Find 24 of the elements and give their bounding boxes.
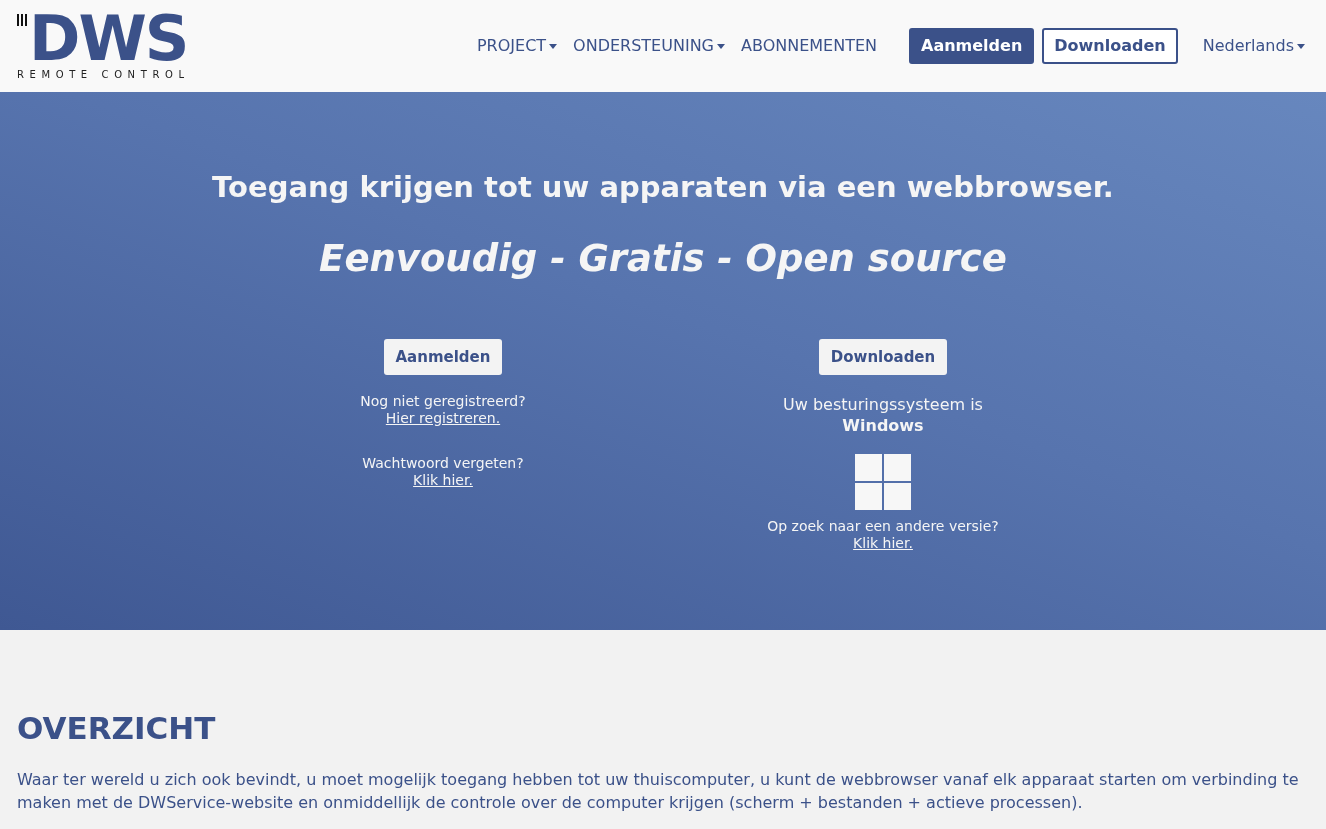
- section-heading: OVERZICHT: [17, 709, 217, 748]
- download-button[interactable]: Downloaden: [818, 339, 948, 375]
- help-text: Nog niet geregistreerd?: [360, 393, 526, 410]
- nav-link[interactable]: ABONNEMENTEN: [741, 34, 877, 58]
- logo-mark: DWS: [29, 11, 188, 66]
- language-menu[interactable]: Nederlands: [1202, 34, 1305, 58]
- login-button[interactable]: Aanmelden: [383, 339, 503, 375]
- hero-subtitle: Eenvoudig - Gratis - Open source: [319, 236, 1007, 282]
- download-button[interactable]: Downloaden: [1042, 28, 1178, 64]
- hero-title: Toegang krijgen tot uw apparaten via een webbrowser.: [212, 169, 1114, 206]
- login-button[interactable]: Aanmelden: [909, 28, 1035, 64]
- os-label: Uw besturingssysteem is: [783, 395, 983, 415]
- other-version-link[interactable]: Klik hier.: [853, 535, 913, 552]
- logo-tagline: REMOTE CONTROL: [17, 68, 190, 81]
- help-link[interactable]: Klik hier.: [413, 472, 473, 489]
- other-version-text: Op zoek naar een andere versie?: [767, 518, 999, 535]
- help-link[interactable]: Hier registreren.: [385, 410, 501, 427]
- nav-link[interactable]: PROJECT: [476, 34, 558, 58]
- overview-paragraph: Waar ter wereld u zich ook bevindt, u moet mogelijk toegang hebben tot uw thuiscomputer, u kunt de webbrowser vanaf elk apparaat starten om verbinding te maken met de DWService-website en onmiddellijk de controle over de computer krijgen (scherm + bestanden + actieve processen).: [17, 769, 1300, 814]
- nav-link[interactable]: ONDERSTEUNING: [573, 34, 725, 58]
- stripes-icon: [17, 13, 27, 26]
- help-text: Wachtwoord vergeten?: [362, 455, 524, 472]
- os-name: Windows: [842, 415, 924, 437]
- windows-icon: [855, 454, 911, 510]
